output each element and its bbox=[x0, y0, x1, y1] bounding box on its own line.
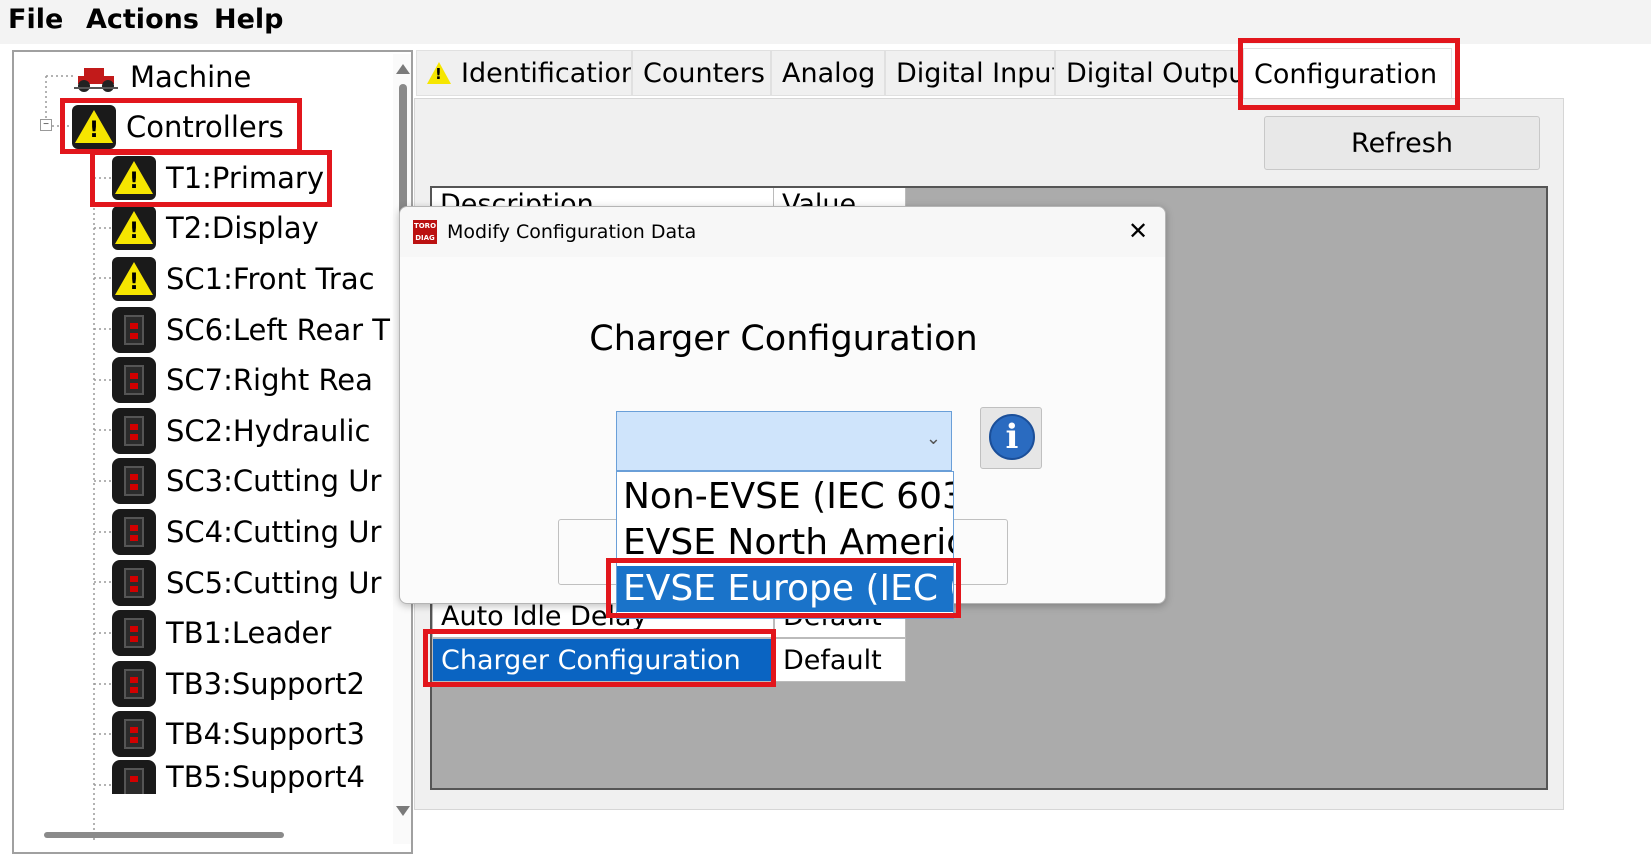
tree-item-tb1[interactable]: TB1:Leader bbox=[112, 608, 331, 658]
warning-icon: ! bbox=[112, 257, 156, 301]
menu-actions[interactable]: Actions bbox=[86, 4, 199, 35]
tree-item-sc3[interactable]: SC3:Cutting Ur bbox=[112, 456, 381, 506]
scroll-up-icon[interactable] bbox=[396, 64, 410, 74]
toro-diag-app-icon: TORO DIAG bbox=[413, 220, 437, 244]
tab-strip: ! Identification Counters Analog Digital… bbox=[416, 48, 1651, 100]
close-icon[interactable]: ✕ bbox=[1122, 215, 1154, 247]
controller-module-icon bbox=[112, 408, 156, 454]
tree-item-sc4[interactable]: SC4:Cutting Ur bbox=[112, 507, 381, 557]
machine-tractor-icon bbox=[74, 68, 118, 92]
tree-label-machine: Machine bbox=[130, 60, 252, 94]
tree-item-sc5[interactable]: SC5:Cutting Ur bbox=[112, 558, 381, 608]
tree-label: SC4:Cutting Ur bbox=[166, 515, 382, 549]
charger-options-list[interactable]: Non-EVSE (IEC 603 EVSE North Americ EVSE… bbox=[616, 471, 954, 619]
tree-item-machine[interactable]: Machine bbox=[72, 52, 251, 102]
refresh-button[interactable]: Refresh bbox=[1264, 116, 1540, 170]
charger-configuration-select[interactable]: ⌄ bbox=[616, 411, 952, 471]
tab-configuration[interactable]: Configuration bbox=[1243, 48, 1452, 100]
controller-module-icon bbox=[112, 458, 156, 504]
info-button[interactable]: i bbox=[980, 407, 1042, 469]
tree-label: SC1:Front Trac bbox=[166, 262, 375, 296]
tree-horizontal-scrollbar[interactable] bbox=[44, 832, 284, 838]
controller-tree-panel: − Machine ! Controllers ! T1:Primary ! T… bbox=[12, 50, 413, 854]
tree-label: TB1:Leader bbox=[166, 616, 332, 650]
dialog-titlebar: TORO DIAG Modify Configuration Data ✕ bbox=[400, 207, 1165, 257]
controller-module-icon bbox=[112, 610, 156, 656]
tree-item-sc1[interactable]: ! SC1:Front Trac bbox=[112, 254, 375, 304]
warning-icon: ! bbox=[112, 156, 156, 200]
modify-configuration-dialog: TORO DIAG Modify Configuration Data ✕ Ch… bbox=[399, 206, 1166, 619]
tree-label: SC2:Hydraulic bbox=[166, 414, 371, 448]
controller-module-icon bbox=[112, 560, 156, 606]
tab-label: Digital Input bbox=[896, 57, 1055, 89]
warning-icon: ! bbox=[427, 62, 451, 84]
option-evse-north-america[interactable]: EVSE North Americ bbox=[617, 520, 953, 566]
tab-label: Counters bbox=[643, 57, 765, 89]
dialog-heading: Charger Configuration bbox=[589, 319, 978, 359]
option-non-evse[interactable]: Non-EVSE (IEC 603 bbox=[617, 474, 953, 520]
tree-item-t2-display[interactable]: ! T2:Display bbox=[112, 203, 319, 253]
controller-module-icon bbox=[112, 357, 156, 403]
warning-icon: ! bbox=[72, 105, 116, 149]
tab-analog[interactable]: Analog bbox=[771, 50, 885, 96]
tree-label: TB4:Support3 bbox=[166, 717, 365, 751]
tab-label: Identification bbox=[461, 57, 632, 89]
tab-digital-output[interactable]: Digital Output bbox=[1055, 50, 1243, 96]
tree-label: SC5:Cutting Ur bbox=[166, 566, 382, 600]
tree-label: TB5:Support4 bbox=[166, 760, 365, 794]
controller-module-icon bbox=[112, 307, 156, 353]
info-icon: i bbox=[989, 414, 1035, 460]
tree-item-sc2[interactable]: SC2:Hydraulic bbox=[112, 406, 370, 456]
grid-cell-description-selected[interactable]: Charger Configuration bbox=[432, 638, 774, 682]
tab-label: Configuration bbox=[1254, 59, 1438, 90]
controller-module-icon bbox=[112, 760, 156, 794]
tab-digital-input[interactable]: Digital Input bbox=[885, 50, 1055, 96]
tree-label: SC7:Right Rea bbox=[166, 363, 373, 397]
tab-label: Digital Output bbox=[1066, 57, 1243, 89]
tree-label: SC3:Cutting Ur bbox=[166, 464, 382, 498]
tree-label: SC6:Left Rear T bbox=[166, 313, 390, 347]
tree-label-controllers: Controllers bbox=[126, 110, 284, 144]
controller-module-icon bbox=[112, 661, 156, 707]
tab-counters[interactable]: Counters bbox=[632, 50, 771, 96]
tree-item-t1-primary[interactable]: ! T1:Primary bbox=[112, 153, 324, 203]
tree-label: TB3:Support2 bbox=[166, 667, 365, 701]
tree-label: T2:Display bbox=[166, 211, 319, 245]
menu-help[interactable]: Help bbox=[214, 4, 284, 35]
tree-item-tb4[interactable]: TB4:Support3 bbox=[112, 709, 365, 759]
controller-module-icon bbox=[112, 509, 156, 555]
tree-item-controllers[interactable]: ! Controllers bbox=[72, 102, 284, 152]
chevron-down-icon[interactable]: ⌄ bbox=[926, 428, 941, 449]
tree-item-tb3[interactable]: TB3:Support2 bbox=[112, 659, 365, 709]
tree-label: T1:Primary bbox=[166, 161, 324, 195]
warning-icon: ! bbox=[112, 206, 156, 250]
tree-item-tb5[interactable]: TB5:Support4 bbox=[112, 760, 365, 794]
scroll-down-icon[interactable] bbox=[396, 806, 410, 816]
grid-cell-value[interactable]: Default bbox=[774, 638, 906, 682]
tab-identification[interactable]: ! Identification bbox=[416, 50, 632, 96]
tab-label: Analog bbox=[782, 57, 876, 89]
tree-item-sc7[interactable]: SC7:Right Rea bbox=[112, 355, 373, 405]
collapse-toggle-icon[interactable]: − bbox=[40, 119, 52, 131]
tree-item-sc6[interactable]: SC6:Left Rear T bbox=[112, 305, 390, 355]
menu-bar: File Actions Help bbox=[0, 0, 1651, 44]
controller-module-icon bbox=[112, 711, 156, 757]
menu-file[interactable]: File bbox=[8, 4, 63, 35]
option-evse-europe[interactable]: EVSE Europe (IEC 6 bbox=[617, 566, 953, 612]
dialog-title: Modify Configuration Data bbox=[447, 221, 697, 243]
